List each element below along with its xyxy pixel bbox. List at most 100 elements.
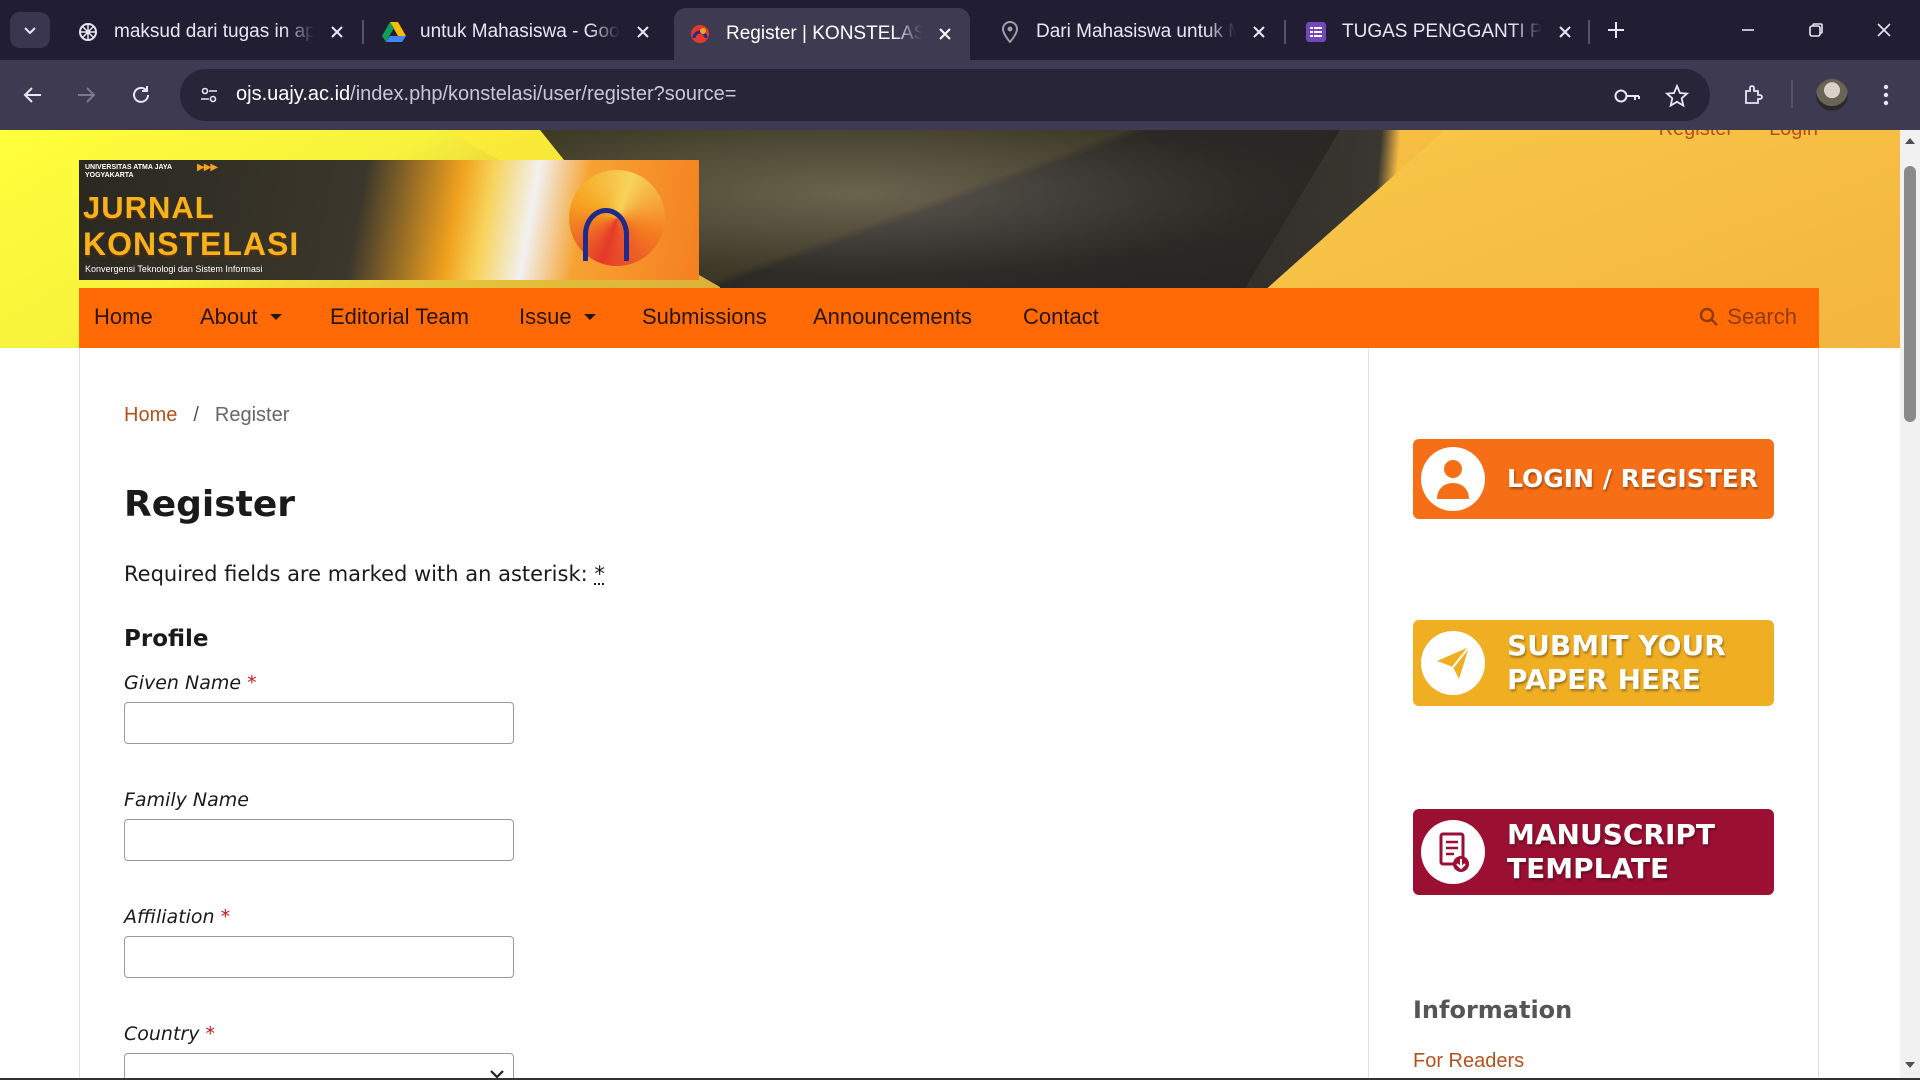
- close-icon[interactable]: [934, 23, 956, 45]
- nav-contact[interactable]: Contact: [1023, 304, 1099, 330]
- affiliation-input[interactable]: [124, 936, 514, 978]
- manuscript-line-1: MANUSCRIPT: [1507, 818, 1716, 851]
- tab-separator: [1588, 20, 1590, 44]
- submit-paper-banner[interactable]: SUBMIT YOUR PAPER HERE: [1413, 620, 1774, 706]
- submit-line-1: SUBMIT YOUR: [1507, 629, 1726, 662]
- nav-label: Submissions: [642, 304, 767, 329]
- location-pin-icon: [998, 20, 1022, 44]
- tab-title: untuk Mahasiswa - Goog: [420, 21, 620, 42]
- information-heading: Information: [1413, 996, 1573, 1024]
- url-text: ojs.uajy.ac.id/index.php/konstelasi/user…: [236, 83, 736, 106]
- search-icon: [1700, 307, 1719, 326]
- nav-announcements[interactable]: Announcements: [813, 304, 972, 330]
- reload-button[interactable]: [121, 75, 161, 115]
- manuscript-template-banner[interactable]: MANUSCRIPT TEMPLATE: [1413, 809, 1774, 895]
- chevron-down-icon: [24, 27, 36, 35]
- for-readers-link[interactable]: For Readers: [1413, 1050, 1524, 1073]
- nav-submissions[interactable]: Submissions: [642, 304, 767, 330]
- logo-title-line1: JURNAL: [83, 190, 215, 225]
- required-asterisk: *: [247, 672, 257, 694]
- sidebar-divider: [1368, 348, 1369, 1078]
- breadcrumb: Home / Register: [124, 404, 289, 427]
- close-icon[interactable]: [632, 21, 654, 43]
- tab-4[interactable]: Dari Mahasiswa untuk M: [984, 8, 1284, 56]
- restore-icon: [1809, 23, 1823, 37]
- register-link[interactable]: Register: [1659, 130, 1733, 141]
- user-icon: [1421, 447, 1485, 511]
- logo-arrows-icon: ▶▶▶: [197, 162, 218, 173]
- main-navigation: Home About Editorial Team Issue Submissi…: [79, 288, 1819, 348]
- nav-label: About: [200, 304, 258, 329]
- user-links: Register Login: [1659, 130, 1818, 141]
- back-button[interactable]: [13, 75, 53, 115]
- tab-search-button[interactable]: [10, 12, 50, 48]
- site-info-icon[interactable]: [192, 78, 226, 112]
- url-path: /index.php/konstelasi/user/register?sour…: [350, 83, 737, 105]
- nav-label: Editorial Team: [330, 304, 469, 329]
- restore-button[interactable]: [1794, 10, 1838, 50]
- scrollbar-thumb[interactable]: [1904, 166, 1916, 422]
- minimize-icon: [1742, 29, 1754, 31]
- browser-toolbar: ojs.uajy.ac.id/index.php/konstelasi/user…: [0, 60, 1920, 130]
- submit-paper-label: SUBMIT YOUR PAPER HERE: [1507, 629, 1726, 697]
- scroll-up-icon[interactable]: [1903, 134, 1917, 148]
- konstelasi-favicon: [688, 22, 712, 46]
- login-register-label: LOGIN / REGISTER: [1507, 464, 1759, 493]
- extensions-icon[interactable]: [1736, 77, 1772, 113]
- tab-2[interactable]: untuk Mahasiswa - Goog: [368, 8, 668, 56]
- close-icon[interactable]: [326, 21, 348, 43]
- arrow-left-icon: [23, 87, 41, 103]
- required-asterisk: *: [594, 562, 605, 586]
- close-icon[interactable]: [1248, 21, 1270, 43]
- family-name-input[interactable]: [124, 819, 514, 861]
- url-host: ojs.uajy.ac.id: [236, 83, 351, 105]
- nav-label: Announcements: [813, 304, 972, 329]
- search-label: Search: [1727, 304, 1797, 329]
- tab-title: Register | KONSTELASI: K: [726, 23, 923, 44]
- tab-1[interactable]: maksud dari tugas in apa: [62, 8, 362, 56]
- journal-logo[interactable]: UNIVERSITAS ATMA JAYA YOGYAKARTA ▶▶▶ JUR…: [79, 160, 699, 280]
- profile-avatar[interactable]: [1816, 79, 1848, 111]
- document-download-icon: [1421, 820, 1485, 884]
- logo-emblem-icon: [569, 170, 665, 266]
- tab-3-active[interactable]: Register | KONSTELASI: K: [674, 8, 970, 60]
- close-icon: [1877, 23, 1891, 37]
- close-icon[interactable]: [1554, 21, 1576, 43]
- toolbar-separator: [1791, 80, 1793, 108]
- tab-strip: maksud dari tugas in apa untuk Mahasiswa…: [0, 0, 1920, 60]
- breadcrumb-current: Register: [214, 404, 290, 426]
- password-key-icon[interactable]: [1612, 81, 1642, 111]
- nav-home[interactable]: Home: [94, 304, 153, 330]
- menu-kebab-icon[interactable]: [1868, 77, 1904, 113]
- given-name-input[interactable]: [124, 702, 514, 744]
- bookmark-star-icon[interactable]: [1662, 81, 1692, 111]
- page-scrollbar[interactable]: [1900, 130, 1920, 1078]
- profile-section-title: Profile: [124, 626, 209, 652]
- tab-5[interactable]: TUGAS PENGGANTI PERT: [1290, 8, 1590, 56]
- reload-icon: [133, 86, 149, 103]
- scroll-down-icon[interactable]: [1903, 1058, 1917, 1072]
- tab-separator: [362, 20, 364, 44]
- paper-plane-icon: [1421, 631, 1485, 695]
- forward-button[interactable]: [66, 75, 106, 115]
- country-select[interactable]: [124, 1053, 514, 1078]
- nav-search[interactable]: Search: [1699, 304, 1797, 330]
- ai-assistant-icon: [76, 20, 100, 44]
- page-title: Register: [124, 484, 296, 525]
- address-bar[interactable]: ojs.uajy.ac.id/index.php/konstelasi/user…: [180, 69, 1710, 121]
- new-tab-button[interactable]: [1600, 14, 1632, 46]
- affiliation-label: Affiliation *: [124, 906, 230, 928]
- close-window-button[interactable]: [1862, 10, 1906, 50]
- required-asterisk: *: [220, 906, 231, 928]
- nav-label: Contact: [1023, 304, 1099, 329]
- required-note-text: Required fields are marked with an aster…: [124, 562, 588, 586]
- minimize-button[interactable]: [1726, 10, 1770, 50]
- login-register-banner[interactable]: LOGIN / REGISTER: [1413, 439, 1774, 519]
- login-link[interactable]: Login: [1769, 130, 1818, 141]
- nav-label: Home: [94, 304, 153, 329]
- nav-about[interactable]: About: [200, 304, 282, 330]
- breadcrumb-home-link[interactable]: Home: [124, 404, 177, 427]
- nav-editorial-team[interactable]: Editorial Team: [330, 304, 469, 330]
- google-forms-icon: [1304, 20, 1328, 44]
- nav-issue[interactable]: Issue: [519, 304, 596, 330]
